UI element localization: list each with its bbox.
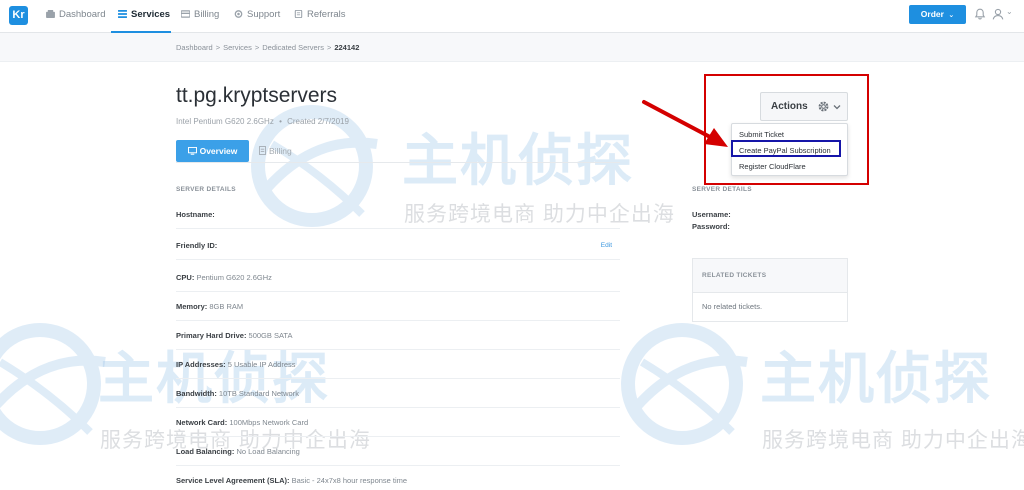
server-details-heading-right: SERVER DETAILS <box>692 186 752 193</box>
user-icon[interactable] <box>992 8 1004 20</box>
breadcrumb-item[interactable]: Services <box>223 43 252 52</box>
detail-label: Primary Hard Drive: <box>176 331 247 340</box>
dashboard-icon <box>46 10 55 18</box>
server-created-date: Created 2/7/2019 <box>287 117 349 126</box>
nav-referrals-label: Referrals <box>307 9 346 20</box>
detail-label: IP Addresses: <box>176 360 226 369</box>
related-tickets-heading: RELATED TICKETS <box>693 259 847 293</box>
server-details-heading: SERVER DETAILS <box>176 186 236 193</box>
detail-label: Load Balancing: <box>176 447 235 456</box>
chevron-down-icon[interactable]: ⌄ <box>1006 7 1013 16</box>
nav-support-label: Support <box>247 9 281 20</box>
breadcrumb-current: 224142 <box>334 43 360 52</box>
detail-row-hostname: Hostname: <box>176 200 620 229</box>
subtitle-separator: • <box>279 117 282 126</box>
tab-billing-label: Billing <box>269 146 292 156</box>
watermark-logo <box>621 323 748 445</box>
detail-row-network-card: Network Card: 100Mbps Network Card <box>176 408 620 437</box>
breadcrumb-separator: > <box>326 43 332 52</box>
tab-billing[interactable]: Billing <box>259 140 292 162</box>
detail-label: Memory: <box>176 302 208 311</box>
watermark-text: 主机侦探 <box>760 347 992 410</box>
watermark-subtext: 服务跨境电商 助力中企出海 <box>762 429 1024 452</box>
tab-divider <box>176 162 620 163</box>
detail-value: Pentium G620 2.6GHz <box>196 273 272 282</box>
detail-value: No Load Balancing <box>236 447 300 456</box>
nav-billing[interactable]: Billing <box>181 0 219 33</box>
billing-icon <box>181 10 190 18</box>
password-label: Password: <box>692 222 730 231</box>
red-frame-annotation <box>704 74 869 185</box>
detail-row-cpu: CPU: Pentium G620 2.6GHz <box>176 263 620 292</box>
related-tickets-empty: No related tickets. <box>702 302 763 311</box>
detail-row-sla: Service Level Agreement (SLA): Basic - 2… <box>176 466 620 490</box>
detail-value: 5 Usable IP Address <box>227 360 296 369</box>
detail-value: 10TB Standard Network <box>218 389 299 398</box>
nav-dashboard-label: Dashboard <box>59 9 106 20</box>
detail-row-bandwidth: Bandwidth: 10TB Standard Network <box>176 379 620 408</box>
breadcrumb-bar: Dashboard > Services > Dedicated Servers >224… <box>0 33 1024 62</box>
tab-overview-label: Overview <box>199 146 238 156</box>
detail-label: Service Level Agreement (SLA): <box>176 476 290 485</box>
detail-row-memory: Memory: 8GB RAM <box>176 292 620 321</box>
detail-row-friendly-id: Friendly ID: Edit <box>176 231 620 260</box>
detail-value: Basic - 24x7x8 hour response time <box>291 476 408 485</box>
page-title: tt.pg.kryptservers <box>176 84 338 107</box>
breadcrumb-separator: > <box>215 43 221 52</box>
bell-icon[interactable] <box>974 8 986 20</box>
related-tickets-panel: RELATED TICKETS No related tickets. <box>692 258 848 322</box>
detail-label: Friendly ID: <box>176 241 218 250</box>
detail-label: Bandwidth: <box>176 389 217 398</box>
order-button-label: Order <box>920 9 944 19</box>
detail-label: CPU: <box>176 273 195 282</box>
monitor-icon <box>187 146 197 155</box>
nav-support[interactable]: Support <box>234 0 280 33</box>
server-cpu-summary: Intel Pentium G620 2.6GHz <box>176 117 274 126</box>
detail-row-ip-addresses: IP Addresses: 5 Usable IP Address <box>176 350 620 379</box>
nav-services-label: Services <box>131 9 171 20</box>
detail-row-load-balancing: Load Balancing: No Load Balancing <box>176 437 620 466</box>
top-navbar: Kr Dashboard Services Billing Support Re… <box>0 0 1024 33</box>
nav-dashboard[interactable]: Dashboard <box>46 0 105 33</box>
breadcrumb-item[interactable]: Dashboard <box>176 43 213 52</box>
detail-value: 100Mbps Network Card <box>229 418 309 427</box>
watermark-logo <box>0 323 106 445</box>
nav-billing-label: Billing <box>194 9 220 20</box>
document-icon <box>259 146 266 155</box>
detail-value: 8GB RAM <box>209 302 244 311</box>
server-subtitle: Intel Pentium G620 2.6GHz • Created 2/7/… <box>176 117 349 126</box>
detail-value: 500GB SATA <box>248 331 293 340</box>
username-label: Username: <box>692 210 731 219</box>
support-icon <box>234 10 243 18</box>
chevron-down-icon: ⌄ <box>948 12 955 19</box>
breadcrumb: Dashboard > Services > Dedicated Servers >224… <box>176 33 359 62</box>
tab-overview[interactable]: Overview <box>176 140 249 162</box>
detail-label: Network Card: <box>176 418 228 427</box>
nav-referrals[interactable]: Referrals <box>294 0 346 33</box>
referrals-icon <box>294 10 303 18</box>
breadcrumb-separator: > <box>254 43 260 52</box>
brand-logo[interactable]: Kr <box>9 6 28 25</box>
order-button[interactable]: Order ⌄ <box>909 5 966 24</box>
breadcrumb-item[interactable]: Dedicated Servers <box>262 43 324 52</box>
services-icon <box>118 10 127 18</box>
watermark-text: 主机侦探 <box>402 129 634 192</box>
detail-label: Hostname: <box>176 210 215 219</box>
nav-services[interactable]: Services <box>111 0 171 33</box>
detail-row-primary-drive: Primary Hard Drive: 500GB SATA <box>176 321 620 350</box>
edit-friendly-id-link[interactable]: Edit <box>601 231 612 260</box>
